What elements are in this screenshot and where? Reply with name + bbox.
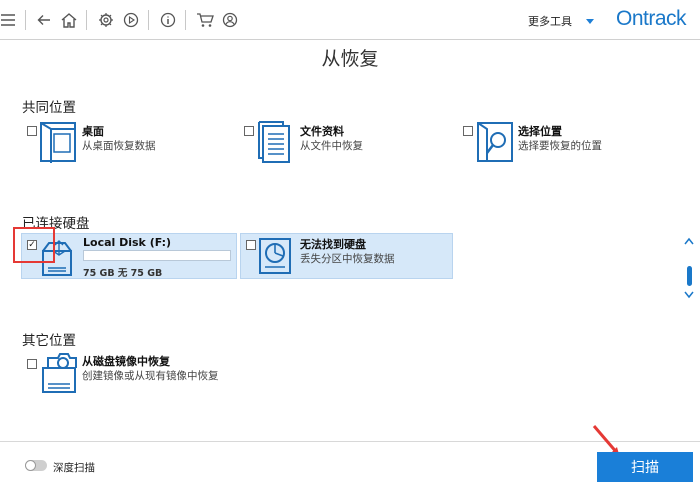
play-icon[interactable] [121,10,141,30]
local-disk-name: Local Disk (F:) [83,236,172,249]
not-found-subtitle: 丢失分区中恢复数据 [300,253,395,265]
not-found-title: 无法找到硬盘 [300,238,366,251]
toolbar: 更多工具 Ontrack [0,0,700,40]
documents-icon [257,120,293,168]
more-tools-menu[interactable]: 更多工具 [528,13,594,29]
local-disk-size: 75 GB 无 75 GB [83,268,163,279]
select-location-title: 选择位置 [518,125,562,138]
chevron-down-icon [586,18,594,24]
toolbar-divider [185,10,186,30]
page-title: 从恢复 [321,48,379,70]
checkbox-not-found[interactable] [246,240,256,250]
checkbox-disk-image[interactable] [27,359,37,369]
disk-usage-bar [83,250,231,261]
documents-subtitle: 从文件中恢复 [300,140,363,152]
section-title-common: 共同位置 [22,100,76,116]
checkbox-documents[interactable] [244,126,254,136]
section-title-other: 其它位置 [22,333,76,349]
disk-image-subtitle: 创建镜像或从现有镜像中恢复 [82,370,219,382]
scan-button[interactable]: 扫描 [597,452,693,482]
scrollbar-thumb[interactable] [687,266,692,286]
hard-drive-icon [257,236,293,280]
scroll-up-icon[interactable] [684,234,694,248]
disk-image-icon [38,350,80,398]
checkbox-desktop[interactable] [27,126,37,136]
desktop-title: 桌面 [82,125,104,138]
desktop-icon [38,120,78,168]
more-tools-label: 更多工具 [528,15,572,28]
select-location-subtitle: 选择要恢复的位置 [518,140,602,152]
menu-icon[interactable] [0,10,18,30]
checkbox-select-location[interactable] [463,126,473,136]
home-icon[interactable] [59,10,79,30]
deep-scan-label: 深度扫描 [53,462,95,474]
documents-title: 文件资料 [300,125,344,138]
scroll-down-icon[interactable] [684,288,694,302]
highlight-box [13,227,55,263]
desktop-subtitle: 从桌面恢复数据 [82,140,156,152]
back-icon[interactable] [34,10,54,30]
toolbar-divider [25,10,26,30]
deep-scan-toggle[interactable] [25,460,47,471]
cart-icon[interactable] [195,10,215,30]
toolbar-divider [86,10,87,30]
info-icon[interactable] [158,10,178,30]
toolbar-divider [148,10,149,30]
folder-search-icon [475,120,515,168]
settings-icon[interactable] [96,10,116,30]
brand-logo: Ontrack [616,7,687,30]
disk-image-title: 从磁盘镜像中恢复 [82,355,170,368]
account-icon[interactable] [220,10,240,30]
